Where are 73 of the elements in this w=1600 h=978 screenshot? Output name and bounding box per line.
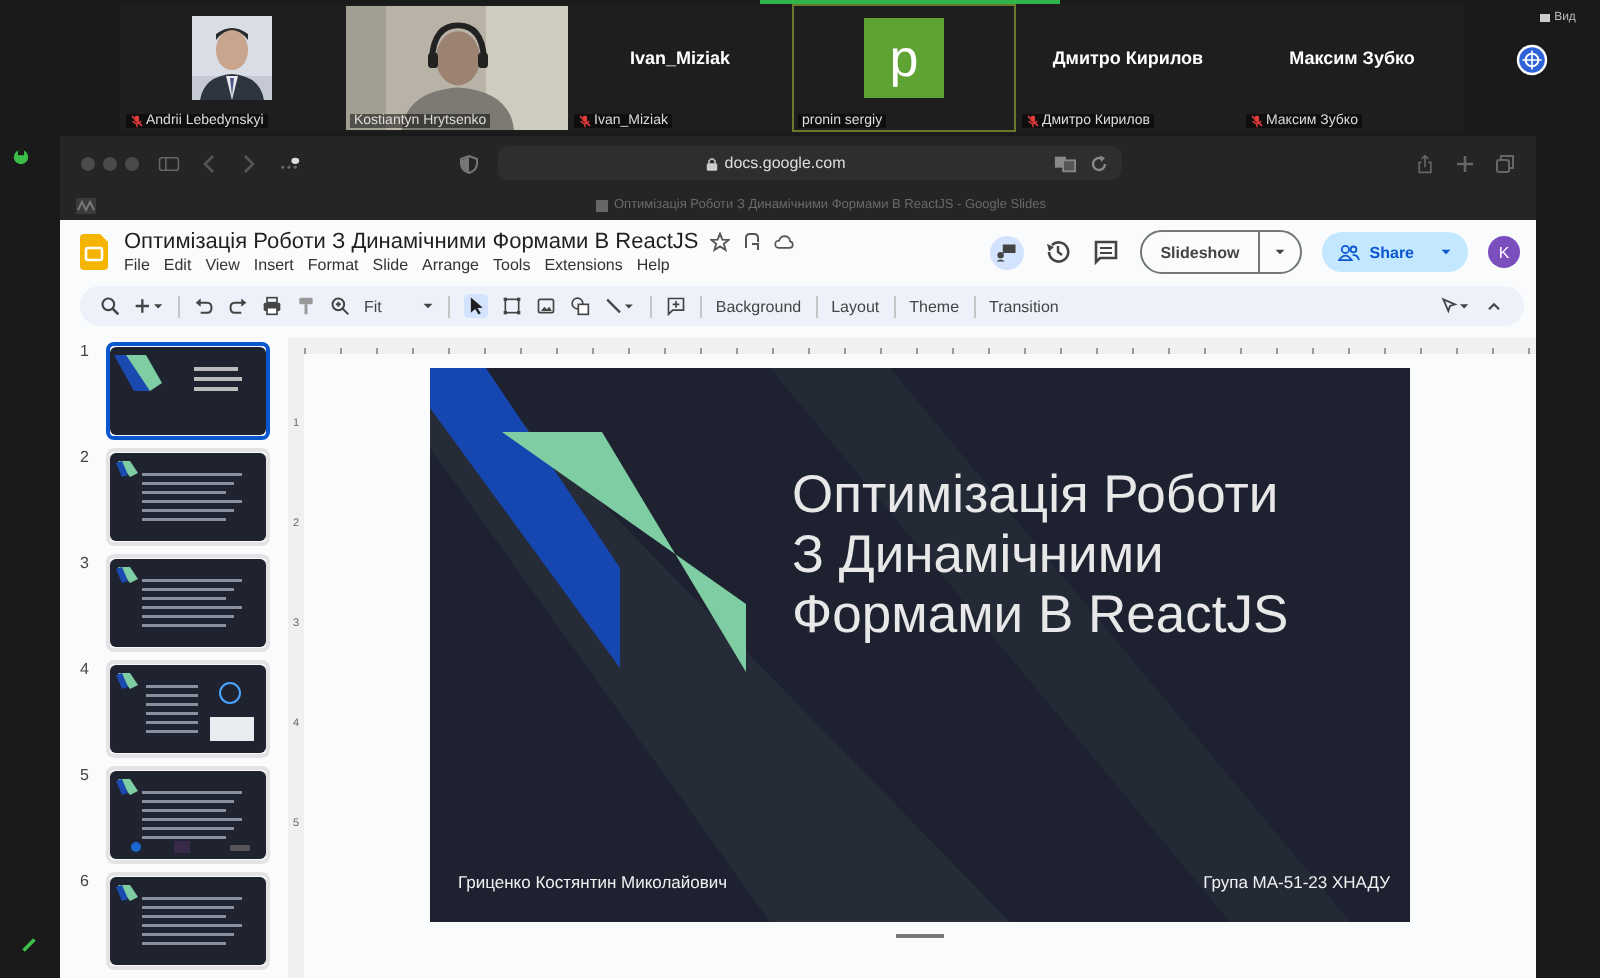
share-icon[interactable]: [1414, 153, 1436, 173]
star-icon[interactable]: [710, 232, 731, 252]
menu-item[interactable]: Slide: [372, 256, 409, 274]
participant-avatar: p: [864, 18, 944, 98]
menu-item[interactable]: File: [124, 256, 150, 274]
menu-item[interactable]: Tools: [493, 256, 531, 274]
share-button[interactable]: Share: [1321, 232, 1468, 272]
caret-icon: [1440, 248, 1452, 256]
slide-number: 4: [80, 660, 91, 678]
document-title[interactable]: Оптимізація Роботи З Динамічними Формами В ReactJS: [124, 230, 699, 254]
add-icon[interactable]: [134, 296, 164, 316]
slide-title: Оптимізація Роботи З Динамічними Формами В ReactJS: [792, 464, 1289, 644]
pen-icon[interactable]: [1440, 296, 1470, 316]
shield-icon[interactable]: [458, 153, 480, 173]
menu-item[interactable]: View: [205, 256, 240, 274]
pen-icon[interactable]: [20, 936, 38, 954]
add-comment-icon[interactable]: [665, 296, 686, 316]
history-icon[interactable]: [1044, 238, 1073, 266]
new-tab-icon[interactable]: [1454, 153, 1476, 173]
participant-name: Максим Зубко: [1289, 48, 1415, 68]
text-box-icon[interactable]: [501, 296, 522, 316]
url-text: docs.google.com: [724, 154, 846, 172]
select-icon[interactable]: [463, 294, 488, 318]
zoom-dropdown[interactable]: Fit: [364, 297, 434, 315]
slideshow-button[interactable]: Slideshow: [1142, 232, 1260, 272]
caret-icon[interactable]: [1273, 248, 1286, 256]
slide-number: 5: [80, 766, 91, 784]
caret-icon: [421, 302, 434, 310]
toolbar-button[interactable]: Theme: [909, 297, 960, 315]
people-icon: [1337, 243, 1360, 261]
menu-item[interactable]: Insert: [253, 256, 294, 274]
participant-name: Дмитро Кирилов: [1052, 48, 1204, 68]
lock-icon: [706, 155, 719, 171]
print-icon[interactable]: [262, 296, 282, 316]
slide-number: 6: [80, 872, 91, 890]
menu-item[interactable]: Format: [307, 256, 359, 274]
comment-icon[interactable]: [1092, 238, 1121, 266]
resize-handle[interactable]: [896, 934, 944, 938]
zoom-icon[interactable]: [330, 296, 350, 316]
status-icon[interactable]: [12, 148, 30, 166]
search-icon[interactable]: [100, 296, 120, 316]
participant-name: Ivan_Miziak: [629, 48, 731, 68]
slide-number: 1: [80, 342, 91, 360]
slide-number: 3: [80, 554, 91, 572]
globe-icon[interactable]: [1516, 44, 1548, 76]
presenter-icon[interactable]: [990, 235, 1025, 269]
image-icon[interactable]: [535, 296, 556, 316]
menu-item[interactable]: Edit: [163, 256, 192, 274]
address-bar[interactable]: docs.google.com: [498, 146, 1122, 180]
app-icon[interactable]: [76, 197, 96, 213]
more-icon[interactable]: [278, 153, 300, 173]
menu-item[interactable]: Arrange: [422, 256, 480, 274]
line-icon[interactable]: [603, 296, 636, 316]
menu-item[interactable]: Help: [636, 256, 670, 274]
toolbar-button[interactable]: Background: [715, 297, 802, 315]
tabs-icon[interactable]: [1494, 153, 1516, 173]
toolbar-button[interactable]: Layout: [831, 297, 880, 315]
slide-number: 2: [80, 448, 91, 466]
slide-thumbnail[interactable]: [106, 342, 270, 440]
sidebar-icon[interactable]: [158, 153, 180, 173]
cloud-icon[interactable]: [774, 232, 795, 252]
menu-item[interactable]: Extensions: [544, 256, 623, 274]
toolbar-button[interactable]: Transition: [989, 297, 1059, 315]
author-name: Гриценко Костянтин Миколайович: [458, 872, 728, 892]
slideshow-control[interactable]: Slideshow: [1140, 230, 1302, 274]
shape-icon[interactable]: [569, 296, 590, 316]
reload-icon[interactable]: [1088, 153, 1110, 173]
translate-icon[interactable]: [1054, 153, 1076, 173]
user-avatar[interactable]: K: [1488, 236, 1520, 268]
undo-icon[interactable]: [194, 296, 214, 316]
redo-icon[interactable]: [228, 296, 248, 316]
group-name: Група МА-51-23 ХНАДУ: [1203, 872, 1390, 892]
move-icon[interactable]: [742, 232, 763, 252]
